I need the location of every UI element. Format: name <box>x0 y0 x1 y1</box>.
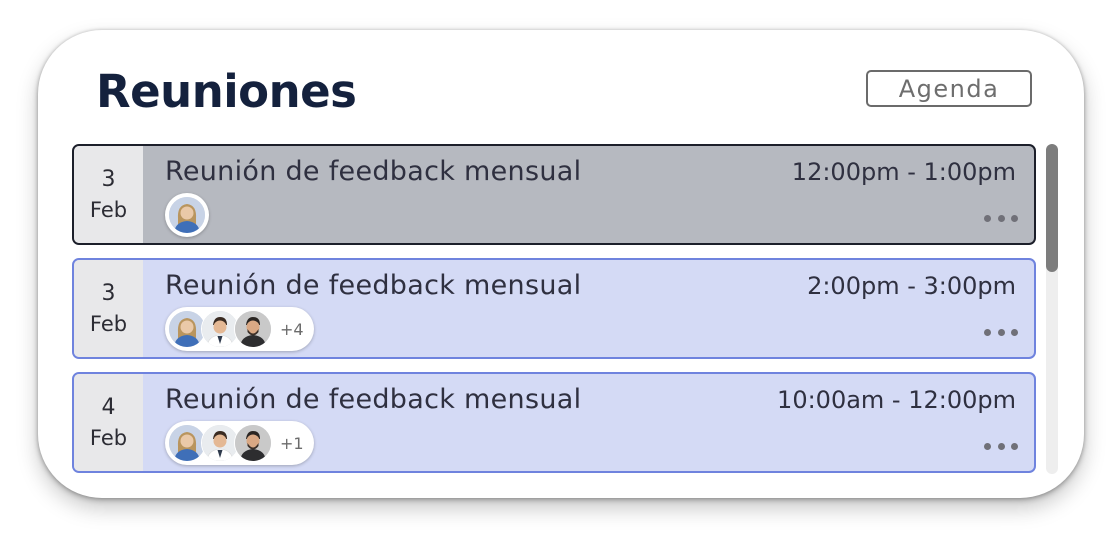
avatar-man-beard <box>234 424 272 462</box>
meeting-date-month: Feb <box>89 197 128 222</box>
meeting-date: 3 Feb <box>74 146 143 243</box>
participants-group[interactable]: +1 <box>165 421 314 465</box>
extra-participants-count: +1 <box>280 433 304 453</box>
meetings-list: 3 Feb Reunión de feedback mensual 12:00p… <box>72 144 1036 484</box>
extra-participants-count: +4 <box>280 319 304 339</box>
more-options-icon[interactable] <box>984 436 1018 456</box>
meeting-date-month: Feb <box>89 311 128 336</box>
meeting-item[interactable]: 4 Feb Reunión de feedback mensual 10:00a… <box>72 372 1036 473</box>
meeting-date-day: 3 <box>101 166 116 192</box>
meeting-time: 10:00am - 12:00pm <box>777 386 1016 414</box>
participants-group[interactable]: +4 <box>165 307 314 351</box>
meeting-title: Reunión de feedback mensual <box>165 270 582 301</box>
meeting-date-day: 3 <box>101 280 116 306</box>
meeting-date: 4 Feb <box>74 374 143 471</box>
scrollbar-track[interactable] <box>1046 144 1058 474</box>
more-options-icon[interactable] <box>984 208 1018 228</box>
meeting-time: 12:00pm - 1:00pm <box>791 158 1016 186</box>
agenda-button[interactable]: Agenda <box>866 70 1032 107</box>
meeting-item[interactable]: 3 Feb Reunión de feedback mensual 12:00p… <box>72 144 1036 245</box>
meeting-date-month: Feb <box>89 425 128 450</box>
meetings-card: Reuniones Agenda 3 Feb Reunión de feedba… <box>38 30 1084 498</box>
scrollbar-thumb[interactable] <box>1046 144 1058 272</box>
meeting-date-day: 4 <box>101 394 116 420</box>
avatar-man-beard <box>234 310 272 348</box>
participants-group[interactable] <box>165 193 209 237</box>
avatar-woman-blue <box>168 196 206 234</box>
meeting-item[interactable]: 3 Feb Reunión de feedback mensual 2:00pm… <box>72 258 1036 359</box>
more-options-icon[interactable] <box>984 322 1018 342</box>
meeting-title: Reunión de feedback mensual <box>165 384 582 415</box>
meeting-time: 2:00pm - 3:00pm <box>807 272 1016 300</box>
page-title: Reuniones <box>96 65 357 118</box>
meeting-title: Reunión de feedback mensual <box>165 156 582 187</box>
meeting-date: 3 Feb <box>74 260 143 357</box>
